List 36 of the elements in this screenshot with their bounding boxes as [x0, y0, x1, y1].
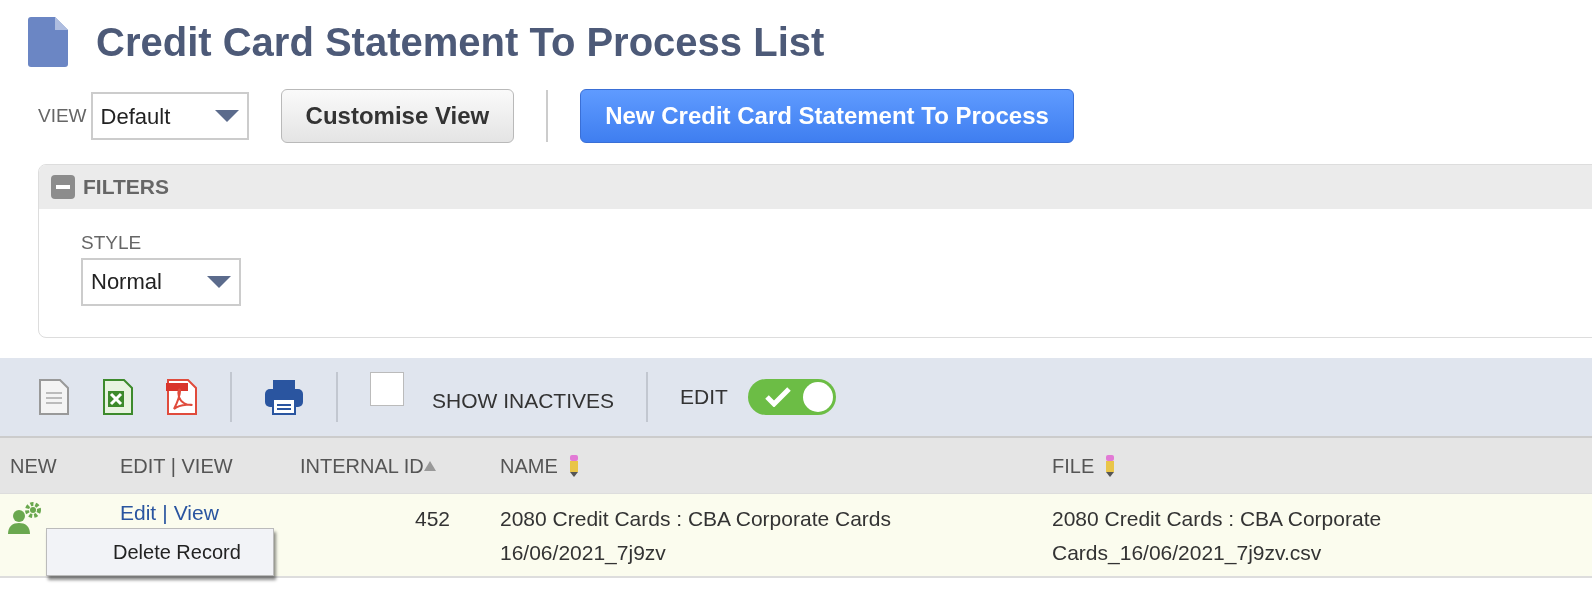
collapse-icon[interactable] [51, 175, 75, 199]
edit-toggle[interactable] [747, 379, 836, 415]
edit-link[interactable]: Edit [120, 501, 157, 524]
style-label: STYLE [81, 231, 143, 255]
column-header[interactable]: NEW [10, 450, 57, 481]
view-label: VIEW [38, 103, 87, 128]
table-cell-text: 2080 Credit Cards : CBA Corporate Cards 16/06/2021_7j9zv [499, 506, 892, 567]
table-cell-text: 452 [413, 506, 450, 532]
pdf-icon[interactable] [166, 379, 198, 415]
filters-heading: FILTERS [83, 174, 169, 201]
column-header[interactable]: INTERNAL ID [300, 450, 424, 481]
table-cell-text: 2080 Credit Cards : CBA Corporate Cards_16/06/2021_7j9zv.csv [1051, 506, 1383, 567]
dropdown-arrow-icon [207, 275, 231, 288]
view-link[interactable]: View [173, 501, 219, 524]
view-dropdown[interactable]: Default [90, 92, 249, 140]
sort-ascending-icon[interactable] [423, 460, 436, 471]
printer-icon[interactable] [264, 379, 304, 415]
user-gear-icon[interactable] [8, 502, 42, 534]
edit-label: EDIT [680, 384, 728, 411]
customise-view-button[interactable]: Customise View [280, 89, 515, 143]
checkmark-icon [764, 387, 791, 407]
show-inactives-label: SHOW INACTIVES [432, 388, 615, 415]
spreadsheet-icon[interactable] [102, 379, 134, 415]
pencil-icon [1106, 454, 1115, 477]
delete-record-menu-item[interactable]: Delete Record [47, 535, 273, 569]
document-icon[interactable] [38, 379, 70, 415]
style-dropdown[interactable]: Normal [81, 257, 241, 306]
column-header[interactable]: FILE [1052, 450, 1095, 481]
dropdown-arrow-icon [214, 110, 239, 122]
pencil-icon [569, 454, 578, 477]
document-icon [28, 17, 68, 67]
page-title: Credit Card Statement To Process List [96, 19, 825, 66]
column-header[interactable]: NAME [500, 450, 558, 481]
column-header[interactable]: EDIT | VIEW [120, 450, 233, 481]
link-separator: | [162, 501, 168, 524]
show-inactives-checkbox[interactable] [370, 372, 404, 406]
